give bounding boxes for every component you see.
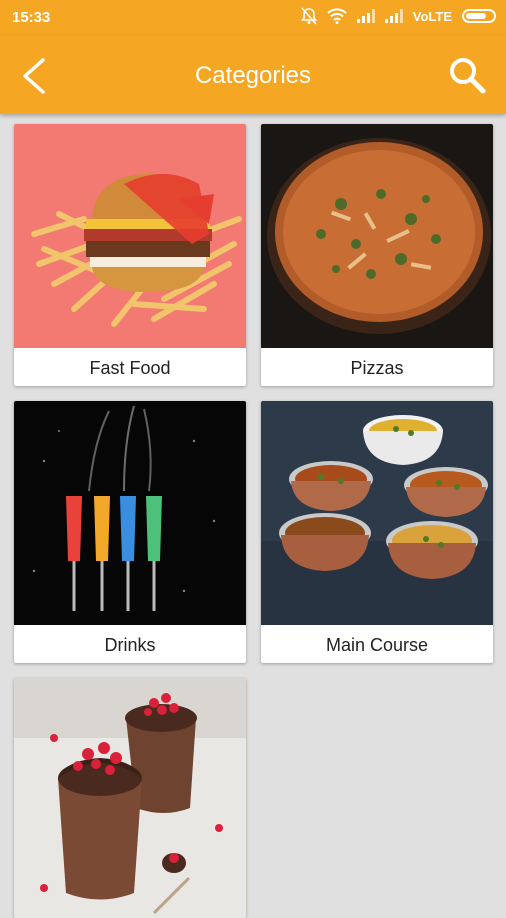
pizza-image: [261, 124, 493, 348]
category-label: Drinks: [104, 635, 156, 655]
category-label: Fast Food: [89, 358, 171, 378]
page-title: Categories: [194, 62, 312, 89]
status-bar: 15:33 VoLTE: [0, 0, 506, 36]
category-card-pizzas[interactable]: Pizzas: [261, 124, 493, 386]
category-card-drinks[interactable]: Drinks: [14, 401, 246, 663]
network-type: VoLTE: [412, 8, 452, 24]
status-icons: VoLTE: [300, 7, 496, 25]
battery-icon: [462, 9, 496, 23]
wifi-icon: [327, 8, 347, 24]
status-time: 15:33: [12, 9, 51, 26]
category-card-main-course[interactable]: Main Course: [261, 401, 493, 663]
category-card-fast-food[interactable]: Fast Food: [14, 124, 246, 386]
fast-food-image: [14, 124, 246, 348]
search-icon: [450, 58, 486, 94]
dessert-image: [14, 678, 246, 918]
main-course-image: [261, 401, 493, 625]
search-button[interactable]: [446, 54, 488, 96]
app-bar: Categories: [0, 36, 506, 114]
category-card-dessert[interactable]: [14, 678, 246, 918]
category-label: Pizzas: [350, 358, 404, 378]
drinks-image: [14, 401, 246, 625]
mute-bell-icon: [300, 7, 317, 25]
signal-icon: [356, 9, 375, 23]
signal-icon-2: [384, 9, 403, 23]
category-label: Main Course: [325, 635, 429, 655]
category-grid: Fast Food Pizzas Drinks Main Course: [0, 114, 506, 918]
